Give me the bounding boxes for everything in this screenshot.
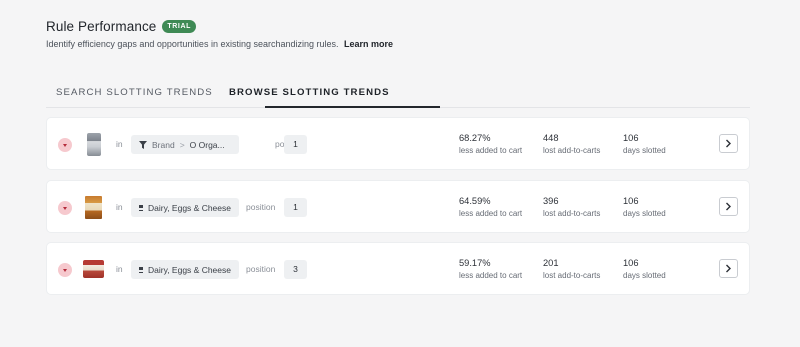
tab-search-slotting-trends[interactable]: SEARCH SLOTTING TRENDS — [56, 87, 213, 98]
open-rule-button[interactable] — [719, 134, 738, 153]
in-label: in — [116, 202, 123, 212]
rule-row: in Brand > O Orga... position 1 68.27% l… — [46, 117, 750, 170]
metric-label: days slotted — [623, 209, 666, 218]
open-rule-button[interactable] — [719, 259, 738, 278]
in-label: in — [116, 139, 123, 149]
chevron-down-icon[interactable] — [58, 138, 72, 152]
metric-value: 106 — [623, 196, 639, 206]
metric-value: 106 — [623, 258, 639, 268]
category-pill[interactable]: Dairy, Eggs & Cheese — [131, 198, 239, 217]
metric-label: days slotted — [623, 271, 666, 280]
active-tab-indicator — [265, 106, 440, 108]
category-label: Dairy, Eggs & Cheese — [148, 264, 231, 275]
filter-icon — [139, 140, 147, 149]
metric-days-slotted: 106 days slotted — [623, 258, 666, 280]
tab-browse-slotting-trends[interactable]: BROWSE SLOTTING TRENDS — [229, 87, 390, 98]
trial-badge: TRIAL — [162, 19, 197, 33]
position-label: position — [246, 264, 276, 274]
metric-value: 64.59% — [459, 196, 491, 206]
filter-value-label: O Orga... — [189, 139, 225, 150]
list-icon — [139, 266, 143, 273]
position-label: position — [246, 202, 276, 212]
chevron-right-icon — [726, 264, 731, 273]
metric-label: less added to cart — [459, 271, 523, 280]
chevron-down-icon[interactable] — [58, 201, 72, 215]
metric-label: lost add-to-carts — [543, 146, 601, 155]
metric-value: 201 — [543, 258, 559, 268]
product-thumbnail — [87, 133, 101, 156]
rule-row: in Dairy, Eggs & Cheese position 1 64.59… — [46, 180, 750, 233]
metric-days-slotted: 106 days slotted — [623, 133, 666, 155]
metric-label: lost add-to-carts — [543, 209, 601, 218]
metric-value: 396 — [543, 196, 559, 206]
metric-value: 68.27% — [459, 133, 491, 143]
metric-label: less added to cart — [459, 146, 523, 155]
metric-lost-add-to-carts: 396 lost add-to-carts — [543, 196, 600, 218]
page-title: Rule Performance — [46, 18, 157, 34]
product-thumbnail — [85, 196, 102, 219]
metric-days-slotted: 106 days slotted — [623, 196, 666, 218]
category-pill[interactable]: Dairy, Eggs & Cheese — [131, 260, 239, 279]
list-icon — [139, 204, 143, 211]
metric-label: lost add-to-carts — [543, 271, 601, 280]
position-value: 3 — [284, 260, 307, 279]
page-header: Rule Performance TRIAL Identify efficien… — [46, 17, 393, 50]
breadcrumb-separator: > — [179, 139, 185, 150]
rule-row: in Dairy, Eggs & Cheese position 3 59.17… — [46, 242, 750, 295]
brand-filter-pill[interactable]: Brand > O Orga... — [131, 135, 239, 154]
position-value: 1 — [284, 135, 307, 154]
tab-bar: SEARCH SLOTTING TRENDS BROWSE SLOTTING T… — [46, 82, 750, 108]
metric-value: 106 — [623, 133, 639, 143]
metric-less-added: 59.17% less added to cart — [459, 258, 522, 280]
filter-type-label: Brand — [152, 139, 175, 150]
metric-value: 448 — [543, 133, 559, 143]
chevron-right-icon — [726, 139, 731, 148]
metric-lost-add-to-carts: 201 lost add-to-carts — [543, 258, 600, 280]
product-thumbnail — [83, 260, 104, 278]
open-rule-button[interactable] — [719, 197, 738, 216]
metric-less-added: 64.59% less added to cart — [459, 196, 522, 218]
subtitle-text: Identify efficiency gaps and opportuniti… — [46, 39, 339, 49]
metric-less-added: 68.27% less added to cart — [459, 133, 522, 155]
learn-more-link[interactable]: Learn more — [344, 39, 393, 49]
category-label: Dairy, Eggs & Cheese — [148, 202, 231, 213]
metric-value: 59.17% — [459, 258, 491, 268]
chevron-down-icon[interactable] — [58, 263, 72, 277]
position-value: 1 — [284, 198, 307, 217]
metric-label: days slotted — [623, 146, 666, 155]
in-label: in — [116, 264, 123, 274]
page-subtitle: Identify efficiency gaps and opportuniti… — [46, 39, 393, 49]
metric-lost-add-to-carts: 448 lost add-to-carts — [543, 133, 600, 155]
metric-label: less added to cart — [459, 209, 523, 218]
chevron-right-icon — [726, 202, 731, 211]
